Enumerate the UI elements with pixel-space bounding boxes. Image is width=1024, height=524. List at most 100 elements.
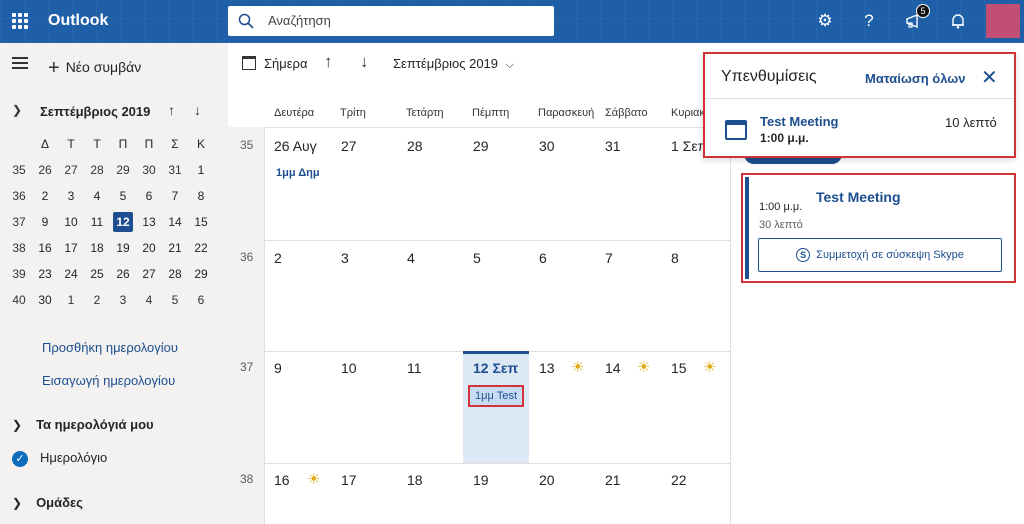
- mini-day[interactable]: 10: [58, 215, 84, 229]
- mini-day[interactable]: 24: [58, 267, 84, 281]
- previous-month-arrow-icon[interactable]: ↑: [168, 102, 175, 118]
- join-skype-meeting-button[interactable]: S Συμμετοχή σε σύσκεψη Skype: [758, 238, 1002, 272]
- mini-day[interactable]: 7: [162, 189, 188, 203]
- day-number[interactable]: 15: [671, 360, 687, 376]
- mini-day[interactable]: 3: [58, 189, 84, 203]
- calendar-event-chip[interactable]: 1μμ Δημ: [276, 167, 320, 179]
- previous-arrow-icon[interactable]: ↑: [324, 52, 333, 72]
- mini-day[interactable]: 30: [32, 293, 58, 307]
- day-number[interactable]: 19: [473, 472, 489, 488]
- event-title[interactable]: Test Meeting: [816, 189, 901, 205]
- import-calendar-link[interactable]: Εισαγωγή ημερολογίου: [42, 373, 175, 388]
- mini-day[interactable]: 4: [136, 293, 162, 307]
- day-number[interactable]: 8: [671, 250, 679, 266]
- day-number[interactable]: 16: [274, 472, 290, 488]
- avatar[interactable]: [986, 4, 1020, 38]
- mini-day[interactable]: 6: [136, 189, 162, 203]
- notifications-bell-icon[interactable]: [947, 10, 969, 32]
- collapse-chevron-icon[interactable]: ❯: [12, 103, 22, 117]
- mini-day[interactable]: 11: [84, 215, 110, 229]
- day-number[interactable]: 1 Σεπ: [671, 138, 707, 154]
- next-month-arrow-icon[interactable]: ↓: [194, 102, 201, 118]
- whats-new-megaphone-icon[interactable]: 5: [903, 4, 930, 32]
- help-icon[interactable]: ?: [858, 10, 880, 32]
- day-number[interactable]: 2: [274, 250, 282, 266]
- app-launcher-icon[interactable]: [12, 13, 28, 29]
- mini-day[interactable]: 22: [188, 241, 214, 255]
- day-number[interactable]: 11: [407, 360, 422, 376]
- day-number[interactable]: 20: [539, 472, 555, 488]
- mini-day[interactable]: 28: [84, 163, 110, 177]
- mini-day[interactable]: 27: [136, 267, 162, 281]
- day-number[interactable]: 29: [473, 138, 489, 154]
- mini-day[interactable]: 26: [32, 163, 58, 177]
- settings-gear-icon[interactable]: ⚙: [814, 10, 836, 32]
- mini-day[interactable]: 14: [162, 215, 188, 229]
- calendar-item[interactable]: ✓ Ημερολόγιο: [12, 450, 107, 467]
- mini-day-today[interactable]: 12: [113, 212, 133, 232]
- day-number[interactable]: 28: [407, 138, 423, 154]
- day-number[interactable]: 4: [407, 250, 415, 266]
- day-number[interactable]: 21: [605, 472, 621, 488]
- reminder-event-title[interactable]: Test Meeting: [760, 114, 839, 129]
- day-number[interactable]: 26 Αυγ: [274, 138, 317, 154]
- day-number[interactable]: 22: [671, 472, 687, 488]
- day-number[interactable]: 31: [605, 138, 621, 154]
- next-arrow-icon[interactable]: ↓: [360, 52, 369, 72]
- groups-section[interactable]: ❯ Ομάδες: [12, 495, 83, 510]
- mini-day[interactable]: 21: [162, 241, 188, 255]
- mini-day[interactable]: 15: [188, 215, 214, 229]
- mini-day[interactable]: 5: [162, 293, 188, 307]
- search-box[interactable]: Αναζήτηση: [228, 6, 554, 36]
- month-picker[interactable]: Σεπτέμβριος 2019 ⌵: [393, 56, 514, 72]
- mini-day[interactable]: 26: [110, 267, 136, 281]
- mini-day[interactable]: 5: [110, 189, 136, 203]
- mini-day[interactable]: 4: [84, 189, 110, 203]
- calendar-today-icon[interactable]: [242, 56, 256, 70]
- add-calendar-link[interactable]: Προσθήκη ημερολογίου: [42, 340, 178, 355]
- mini-day[interactable]: 2: [32, 189, 58, 203]
- mini-day[interactable]: 3: [110, 293, 136, 307]
- day-number[interactable]: 30: [539, 138, 555, 154]
- new-event-button[interactable]: + Νέο συμβάν: [48, 55, 141, 79]
- today-day-number[interactable]: 12 Σεπ: [473, 360, 518, 376]
- mini-day[interactable]: 18: [84, 241, 110, 255]
- mini-day[interactable]: 23: [32, 267, 58, 281]
- mini-day[interactable]: 13: [136, 215, 162, 229]
- day-number[interactable]: 9: [274, 360, 282, 376]
- close-icon[interactable]: ✕: [981, 65, 998, 90]
- mini-day[interactable]: 29: [188, 267, 214, 281]
- mini-day[interactable]: 28: [162, 267, 188, 281]
- mini-day[interactable]: 1: [58, 293, 84, 307]
- checkmark-icon[interactable]: ✓: [12, 451, 28, 467]
- day-number[interactable]: 18: [407, 472, 423, 488]
- mini-day[interactable]: 6: [188, 293, 214, 307]
- mini-day[interactable]: 8: [188, 189, 214, 203]
- mini-day[interactable]: 9: [32, 215, 58, 229]
- day-number[interactable]: 7: [605, 250, 613, 266]
- mini-day[interactable]: 31: [162, 163, 188, 177]
- mini-day[interactable]: 19: [110, 241, 136, 255]
- mini-calendar-title[interactable]: Σεπτέμβριος 2019: [40, 104, 150, 119]
- mini-day[interactable]: 30: [136, 163, 162, 177]
- day-number[interactable]: 27: [341, 138, 357, 154]
- day-number[interactable]: 3: [341, 250, 349, 266]
- mini-day[interactable]: 20: [136, 241, 162, 255]
- day-number[interactable]: 5: [473, 250, 481, 266]
- hamburger-menu-icon[interactable]: [12, 57, 28, 69]
- mini-day[interactable]: 16: [32, 241, 58, 255]
- my-calendars-section[interactable]: ❯ Τα ημερολόγιά μου: [12, 417, 154, 432]
- mini-day[interactable]: 1: [188, 163, 214, 177]
- test-event-chip[interactable]: 1μμ Test: [468, 385, 524, 407]
- dismiss-all-button[interactable]: Ματαίωση όλων: [865, 71, 966, 86]
- mini-day[interactable]: 27: [58, 163, 84, 177]
- day-number[interactable]: 14: [605, 360, 621, 376]
- mini-day[interactable]: 2: [84, 293, 110, 307]
- day-number[interactable]: 6: [539, 250, 547, 266]
- today-button[interactable]: Σήμερα: [264, 56, 307, 71]
- app-title[interactable]: Outlook: [48, 12, 108, 30]
- event-card[interactable]: 1:00 μ.μ. Test Meeting 30 λεπτό S Συμμετ…: [741, 173, 1016, 283]
- day-number[interactable]: 13: [539, 360, 555, 376]
- mini-day[interactable]: 17: [58, 241, 84, 255]
- day-number[interactable]: 10: [341, 360, 357, 376]
